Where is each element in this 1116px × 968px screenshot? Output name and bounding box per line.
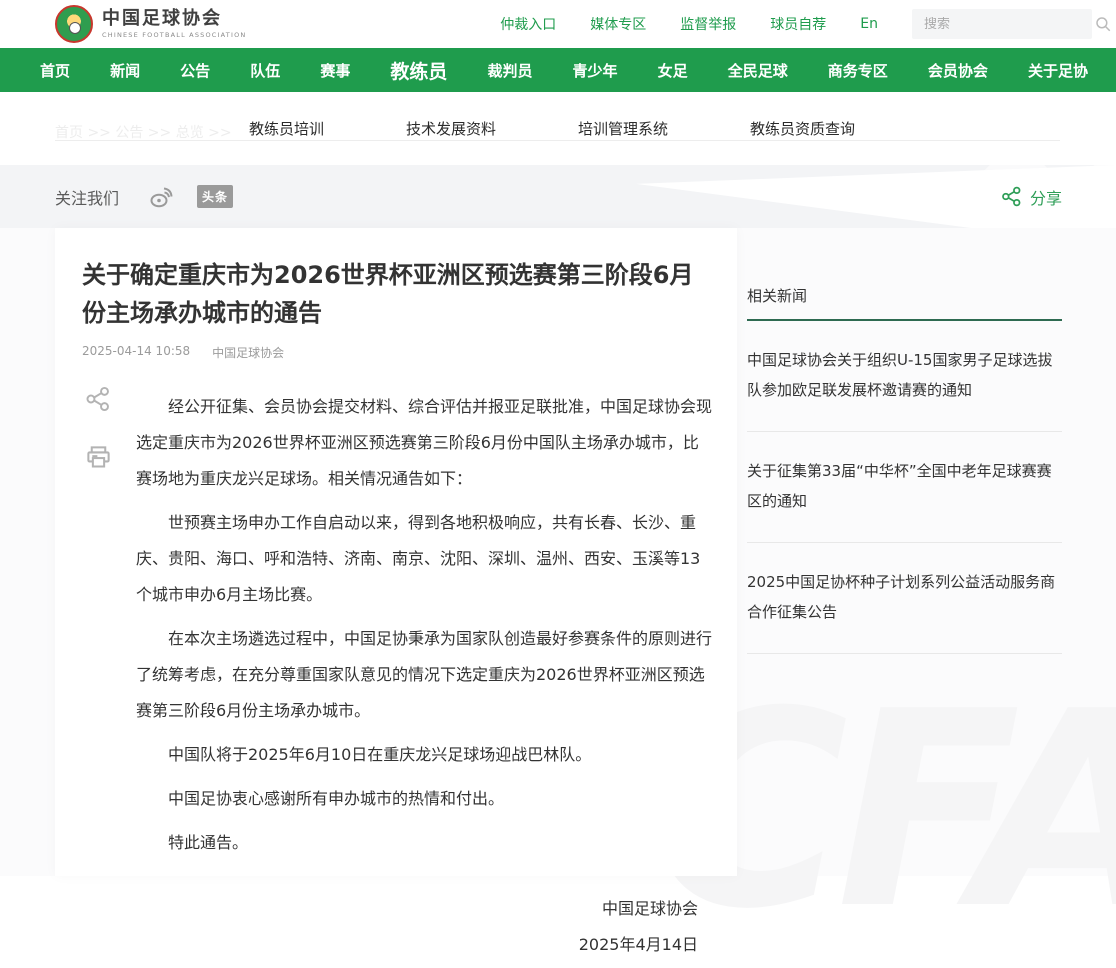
follow-us-label: 关注我们 bbox=[55, 185, 119, 209]
search-icon[interactable] bbox=[1094, 15, 1112, 33]
related-news-title: 相关新闻 bbox=[747, 285, 1062, 321]
logo-subtitle: CHINESE FOOTBALL ASSOCIATION bbox=[102, 32, 246, 39]
nav-item-competitions[interactable]: 赛事 bbox=[320, 60, 350, 81]
nav-item-coaches[interactable]: 教练员 bbox=[390, 57, 447, 84]
subnav-item-technical-resources[interactable]: 技术发展资料 bbox=[406, 118, 496, 139]
subnav-item-coach-qualification[interactable]: 教练员资质查询 bbox=[750, 118, 855, 139]
nav-item-home[interactable]: 首页 bbox=[40, 60, 70, 81]
article-share-icon[interactable] bbox=[85, 386, 112, 412]
header-link-supervision[interactable]: 监督举报 bbox=[680, 14, 736, 34]
header-link-arbitration[interactable]: 仲裁入口 bbox=[500, 14, 556, 34]
subnav-item-coach-training[interactable]: 教练员培训 bbox=[249, 118, 324, 139]
nav-item-member-associations[interactable]: 会员协会 bbox=[928, 60, 988, 81]
cfa-logo[interactable]: 中国足球协会 CHINESE FOOTBALL ASSOCIATION bbox=[55, 5, 246, 43]
header-link-player-recommend[interactable]: 球员自荐 bbox=[770, 14, 826, 34]
nav-item-teams[interactable]: 队伍 bbox=[250, 60, 280, 81]
main-nav: 首页 新闻 公告 队伍 赛事 教练员 裁判员 青少年 女足 全民足球 商务专区 … bbox=[0, 48, 1116, 92]
follow-inner: 关注我们 头条 bbox=[0, 165, 1116, 228]
share-button[interactable]: 分享 bbox=[1001, 165, 1062, 228]
article-paragraph: 在本次主场遴选过程中，中国足协秉承为国家队创造最好参赛条件的原则进行了统筹考虑，… bbox=[136, 621, 712, 729]
article-source: 中国足球协会 bbox=[212, 344, 284, 361]
logo-title: 中国足球协会 bbox=[102, 9, 246, 29]
signature-name: 中国足球协会 bbox=[82, 891, 698, 927]
cfa-emblem-icon bbox=[55, 5, 93, 43]
coaches-dropdown: 首页 >> 公告 >> 总览 >> 教练员培训 技术发展资料 培训管理系统 教练… bbox=[0, 92, 1116, 165]
related-news-item[interactable]: 关于征集第33届“中华杯”全国中老年足球赛赛区的通知 bbox=[747, 432, 1062, 543]
header-link-english[interactable]: En bbox=[860, 16, 878, 32]
nav-item-grassroots[interactable]: 全民足球 bbox=[728, 60, 788, 81]
article-body: 经公开征集、会员协会提交材料、综合评估并报亚足联批准，中国足球协会现选定重庆市为… bbox=[136, 389, 712, 861]
header-links: 仲裁入口 媒体专区 监督举报 球员自荐 En bbox=[500, 14, 878, 34]
article-title: 关于确定重庆市为2026世界杯亚洲区预选赛第三阶段6月份主场承办城市的通告 bbox=[82, 256, 712, 332]
nav-item-notices[interactable]: 公告 bbox=[180, 60, 210, 81]
nav-item-about[interactable]: 关于足协 bbox=[1028, 60, 1088, 81]
breadcrumb: 首页 >> 公告 >> 总览 >> bbox=[55, 122, 232, 142]
nav-item-news[interactable]: 新闻 bbox=[110, 60, 140, 81]
article-paragraph: 特此通告。 bbox=[136, 825, 712, 861]
signature-date: 2025年4月14日 bbox=[82, 927, 698, 963]
weibo-icon[interactable] bbox=[149, 185, 175, 209]
article-tool-rail bbox=[85, 386, 112, 471]
article-paragraph: 中国队将于2025年6月10日在重庆龙兴足球场迎战巴林队。 bbox=[136, 737, 712, 773]
nav-item-referees[interactable]: 裁判员 bbox=[487, 60, 532, 81]
subnav-divider bbox=[55, 140, 1060, 141]
article-paragraph: 中国足协衷心感谢所有申办城市的热情和付出。 bbox=[136, 781, 712, 817]
nav-item-youth[interactable]: 青少年 bbox=[573, 60, 618, 81]
subnav-item-training-system[interactable]: 培训管理系统 bbox=[578, 118, 668, 139]
share-label: 分享 bbox=[1030, 185, 1062, 209]
article-paragraph: 世预赛主场申办工作自启动以来，得到各地积极响应，共有长春、长沙、重庆、贵阳、海口… bbox=[136, 505, 712, 613]
header-link-media[interactable]: 媒体专区 bbox=[590, 14, 646, 34]
print-icon[interactable] bbox=[85, 444, 112, 471]
toutiao-badge[interactable]: 头条 bbox=[197, 185, 233, 208]
search-box[interactable] bbox=[912, 9, 1092, 39]
search-input[interactable] bbox=[924, 17, 1094, 32]
related-news-item[interactable]: 中国足球协会关于组织U-15国家男子足球选拔队参加欧足联发展杯邀请赛的通知 bbox=[747, 321, 1062, 432]
nav-item-womens-football[interactable]: 女足 bbox=[658, 60, 688, 81]
article-meta: 2025-04-14 10:58 中国足球协会 bbox=[82, 344, 712, 361]
article-card: 关于确定重庆市为2026世界杯亚洲区预选赛第三阶段6月份主场承办城市的通告 20… bbox=[55, 228, 737, 876]
article-paragraph: 经公开征集、会员协会提交材料、综合评估并报亚足联批准，中国足球协会现选定重庆市为… bbox=[136, 389, 712, 497]
related-news-item[interactable]: 2025中国足协杯种子计划系列公益活动服务商合作征集公告 bbox=[747, 543, 1062, 654]
main-area: CFA 关于确定重庆市为2026世界杯亚洲区预选赛第三阶段6月份主场承办城市的通… bbox=[0, 228, 1116, 876]
article-date: 2025-04-14 10:58 bbox=[82, 344, 190, 361]
article-signature: 中国足球协会 2025年4月14日 bbox=[82, 891, 698, 963]
nav-item-business[interactable]: 商务专区 bbox=[828, 60, 888, 81]
related-news-sidebar: 相关新闻 中国足球协会关于组织U-15国家男子足球选拔队参加欧足联发展杯邀请赛的… bbox=[747, 285, 1062, 654]
top-header: 中国足球协会 CHINESE FOOTBALL ASSOCIATION 仲裁入口… bbox=[0, 0, 1116, 48]
follow-bar: 关注我们 头条 分享 bbox=[0, 165, 1116, 228]
subnav-items: 教练员培训 技术发展资料 培训管理系统 教练员资质查询 bbox=[249, 118, 855, 139]
logo-text: 中国足球协会 CHINESE FOOTBALL ASSOCIATION bbox=[102, 9, 246, 39]
share-icon bbox=[1001, 186, 1022, 207]
